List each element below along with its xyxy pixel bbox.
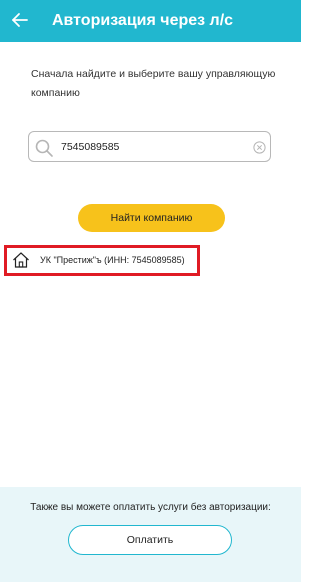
- find-company-button[interactable]: Найти компанию: [78, 204, 225, 232]
- clear-icon[interactable]: [253, 141, 266, 154]
- search-field[interactable]: [28, 131, 271, 162]
- arrow-left-icon[interactable]: [9, 9, 31, 31]
- pay-button[interactable]: Оплатить: [68, 525, 232, 555]
- company-name: УК "Престиж"ъ (ИНН: 7545089585): [40, 255, 185, 265]
- page-title: Авторизация через л/с: [52, 12, 234, 29]
- search-icon: [35, 139, 53, 157]
- company-result-item[interactable]: УК "Престиж"ъ (ИНН: 7545089585): [4, 245, 200, 276]
- pay-without-auth-text: Также вы можете оплатить услуги без авто…: [30, 502, 271, 513]
- bottom-panel: Также вы можете оплатить услуги без авто…: [0, 487, 301, 582]
- instruction-text: Сначала найдите и выберите вашу управляю…: [31, 68, 276, 99]
- app-bar: Авторизация через л/с: [0, 0, 301, 42]
- search-input[interactable]: [61, 138, 241, 156]
- home-icon: [13, 252, 29, 268]
